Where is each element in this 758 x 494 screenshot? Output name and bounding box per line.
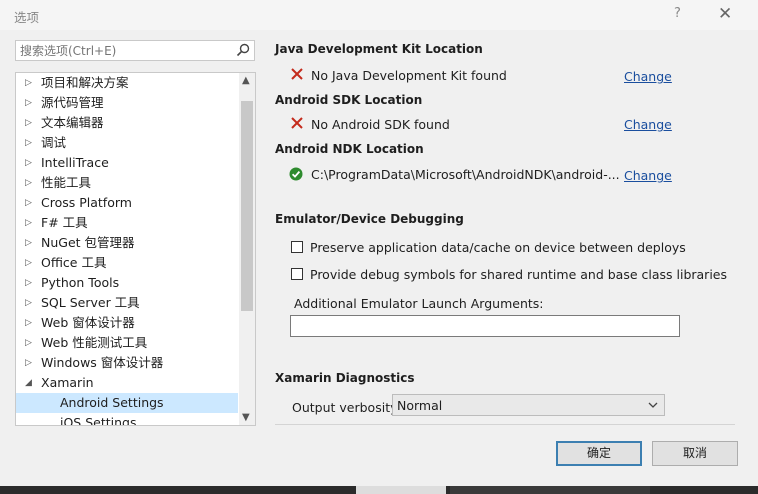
- ok-button[interactable]: 确定: [556, 441, 642, 466]
- check-circle-icon: [289, 167, 303, 181]
- background-window-thumb: [450, 486, 650, 494]
- diagnostics-heading: Xamarin Diagnostics: [275, 371, 415, 385]
- expand-arrow-icon[interactable]: ▷: [25, 133, 32, 153]
- background-taskbar: [0, 486, 758, 494]
- expand-arrow-icon[interactable]: ▷: [25, 233, 32, 253]
- android-sdk-status: No Android SDK found: [311, 117, 450, 132]
- scroll-down-icon[interactable]: ▼: [242, 412, 250, 423]
- options-tree[interactable]: ▷ 项目和解决方案 ▷ 源代码管理 ▷ 文本编辑器 ▷ 调试 ▷ IntelliTrace…: [15, 72, 256, 426]
- background-window-thumb: [356, 486, 446, 494]
- search-box[interactable]: [15, 40, 255, 61]
- tree-item-text-editor[interactable]: ▷ 文本编辑器: [16, 113, 238, 133]
- expand-arrow-icon[interactable]: ▷: [25, 173, 32, 193]
- android-sdk-heading: Android SDK Location: [275, 93, 423, 107]
- expand-arrow-icon[interactable]: ▷: [25, 293, 32, 313]
- android-sdk-change-link[interactable]: Change: [624, 117, 672, 132]
- tree-item-projects[interactable]: ▷ 项目和解决方案: [16, 73, 238, 93]
- help-button[interactable]: ?: [674, 6, 681, 21]
- preserve-data-checkbox[interactable]: [291, 241, 303, 253]
- jdk-heading: Java Development Kit Location: [275, 42, 483, 56]
- tree-item-fsharp-tools[interactable]: ▷ F# 工具: [16, 213, 238, 233]
- expand-arrow-icon[interactable]: ▷: [25, 333, 32, 353]
- emulator-args-input[interactable]: [290, 315, 680, 337]
- tree-item-android-settings[interactable]: Android Settings: [16, 393, 238, 413]
- debug-symbols-checkbox[interactable]: [291, 268, 303, 280]
- preserve-data-label[interactable]: Preserve application data/cache on devic…: [310, 240, 686, 255]
- emulator-args-label: Additional Emulator Launch Arguments:: [294, 296, 544, 311]
- expand-arrow-icon[interactable]: ▷: [25, 113, 32, 133]
- emulator-heading: Emulator/Device Debugging: [275, 212, 464, 226]
- jdk-change-link[interactable]: Change: [624, 69, 672, 84]
- expand-arrow-icon[interactable]: ▷: [25, 253, 32, 273]
- tree-item-xamarin[interactable]: ◢ Xamarin: [16, 373, 238, 393]
- window-title: 选项: [14, 10, 40, 25]
- tree-item-office-tools[interactable]: ▷ Office 工具: [16, 253, 238, 273]
- tree-item-debugging[interactable]: ▷ 调试: [16, 133, 238, 153]
- expand-arrow-icon[interactable]: ▷: [25, 193, 32, 213]
- section-divider: [275, 424, 735, 425]
- chevron-down-icon[interactable]: [648, 400, 658, 410]
- expand-arrow-icon[interactable]: ▷: [25, 93, 32, 113]
- tree-item-ios-settings[interactable]: iOS Settings: [16, 413, 238, 425]
- tree-item-python-tools[interactable]: ▷ Python Tools: [16, 273, 238, 293]
- verbosity-label: Output verbosity:: [292, 400, 401, 415]
- ndk-heading: Android NDK Location: [275, 142, 424, 156]
- search-icon[interactable]: [236, 43, 250, 57]
- tree-item-windows-forms-designer[interactable]: ▷ Windows 窗体设计器: [16, 353, 238, 373]
- collapse-arrow-icon[interactable]: ◢: [25, 373, 32, 393]
- tree-scrollbar[interactable]: ▲ ▼: [239, 73, 255, 425]
- tree-item-intellitrace[interactable]: ▷ IntelliTrace: [16, 153, 238, 173]
- tree-item-performance-tools[interactable]: ▷ 性能工具: [16, 173, 238, 193]
- cancel-button[interactable]: 取消: [652, 441, 738, 466]
- expand-arrow-icon[interactable]: ▷: [25, 313, 32, 333]
- error-icon: [291, 117, 303, 129]
- tree-item-cross-platform[interactable]: ▷ Cross Platform: [16, 193, 238, 213]
- android-settings-panel: Java Development Kit Location No Java De…: [264, 30, 758, 430]
- tree-item-sql-server-tools[interactable]: ▷ SQL Server 工具: [16, 293, 238, 313]
- ndk-path: C:\ProgramData\Microsoft\AndroidNDK\andr…: [311, 167, 620, 182]
- tree-item-nuget[interactable]: ▷ NuGet 包管理器: [16, 233, 238, 253]
- scroll-up-icon[interactable]: ▲: [242, 75, 250, 86]
- expand-arrow-icon[interactable]: ▷: [25, 153, 32, 173]
- expand-arrow-icon[interactable]: ▷: [25, 213, 32, 233]
- jdk-status: No Java Development Kit found: [311, 68, 507, 83]
- tree-item-web-perf-test-tools[interactable]: ▷ Web 性能测试工具: [16, 333, 238, 353]
- tree-item-source-control[interactable]: ▷ 源代码管理: [16, 93, 238, 113]
- search-input[interactable]: [20, 42, 230, 59]
- expand-arrow-icon[interactable]: ▷: [25, 353, 32, 373]
- debug-symbols-label[interactable]: Provide debug symbols for shared runtime…: [310, 267, 727, 282]
- tree-item-web-forms-designer[interactable]: ▷ Web 窗体设计器: [16, 313, 238, 333]
- title-bar: 选项 ? ✕: [0, 0, 758, 30]
- verbosity-select[interactable]: Normal: [392, 394, 665, 416]
- expand-arrow-icon[interactable]: ▷: [25, 73, 32, 93]
- ndk-change-link[interactable]: Change: [624, 168, 672, 183]
- close-button[interactable]: ✕: [718, 4, 732, 24]
- scrollbar-thumb[interactable]: [241, 101, 253, 311]
- verbosity-value: Normal: [397, 398, 443, 413]
- error-icon: [291, 68, 303, 80]
- expand-arrow-icon[interactable]: ▷: [25, 273, 32, 293]
